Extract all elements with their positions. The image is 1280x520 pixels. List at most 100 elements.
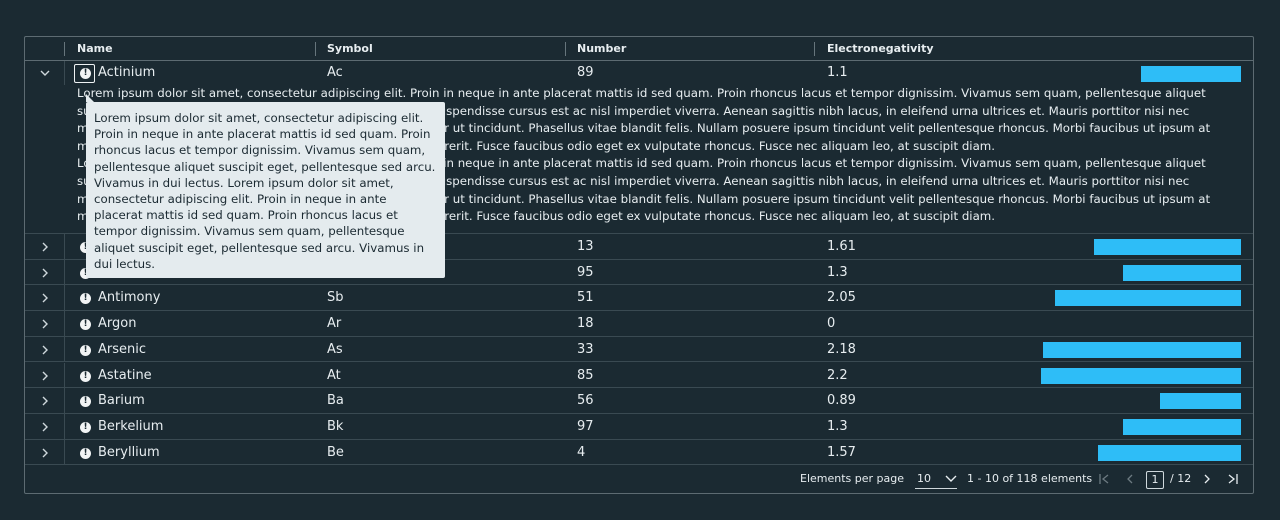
expand-row-button[interactable] xyxy=(37,445,53,461)
chevron-right-icon xyxy=(42,422,48,432)
chevron-right-icon xyxy=(42,268,48,278)
cell-electronegativity: 2.18 xyxy=(827,341,856,357)
last-page-icon xyxy=(1228,474,1238,484)
next-page-button[interactable] xyxy=(1200,472,1214,486)
electronegativity-bar xyxy=(1043,341,1241,358)
expand-row-button[interactable] xyxy=(37,368,53,384)
table-row[interactable]: ! Antimony Sb 51 2.05 xyxy=(25,285,1253,312)
error-icon[interactable]: ! xyxy=(80,447,91,459)
electronegativity-bar xyxy=(1055,290,1241,307)
electronegativity-bar xyxy=(1141,66,1241,82)
column-separator xyxy=(64,42,65,56)
column-separator[interactable] xyxy=(315,42,316,56)
grid-header: Name Symbol Number Electronegativity xyxy=(25,37,1253,61)
cell-symbol: Sb xyxy=(327,290,344,306)
chevron-right-icon xyxy=(42,371,48,380)
current-page-input[interactable]: 1 xyxy=(1146,471,1164,489)
cell-symbol: Ba xyxy=(327,393,344,409)
cell-name: Berkelium xyxy=(98,418,164,434)
table-row[interactable]: ! Astatine At 85 2.2 xyxy=(25,362,1253,389)
cell-electronegativity: 0.89 xyxy=(827,393,856,409)
table-row[interactable]: ! Barium Ba 56 0.89 xyxy=(25,388,1253,414)
cell-electronegativity: 1.61 xyxy=(827,239,856,254)
pagination-range: 1 - 10 of 118 elements xyxy=(967,472,1093,485)
cell-number: 97 xyxy=(577,418,594,434)
cell-number: 4 xyxy=(577,444,586,460)
row-separator xyxy=(64,234,65,259)
column-separator[interactable] xyxy=(814,42,815,56)
expand-row-button[interactable] xyxy=(37,290,53,306)
error-icon[interactable]: ! xyxy=(80,293,91,305)
cell-number: 33 xyxy=(577,341,594,357)
cell-electronegativity: 1.3 xyxy=(827,264,848,280)
table-row[interactable]: ! Beryllium Be 4 1.57 xyxy=(25,439,1253,466)
electronegativity-bar xyxy=(1041,367,1241,384)
column-separator[interactable] xyxy=(565,42,566,56)
cell-number: 95 xyxy=(577,264,594,280)
row-separator xyxy=(64,388,65,413)
error-tooltip: Lorem ipsum dolor sit amet, consectetur … xyxy=(86,94,445,278)
first-page-icon xyxy=(1099,474,1109,484)
expand-row-button[interactable] xyxy=(37,239,53,255)
column-header-number[interactable]: Number xyxy=(577,37,626,60)
column-header-symbol[interactable]: Symbol xyxy=(327,37,373,60)
column-header-electronegativity[interactable]: Electronegativity xyxy=(827,37,934,60)
table-row[interactable]: ! Arsenic As 33 2.18 xyxy=(25,336,1253,363)
per-page-label: Elements per page xyxy=(800,472,905,485)
row-separator xyxy=(64,259,65,285)
row-separator xyxy=(64,311,65,336)
previous-page-button[interactable] xyxy=(1123,472,1137,486)
cell-symbol: As xyxy=(327,341,343,357)
first-page-button[interactable] xyxy=(1097,472,1111,486)
row-separator xyxy=(64,285,65,311)
per-page-value: 10 xyxy=(917,472,931,485)
table-row[interactable]: ! Argon Ar 18 0 xyxy=(25,311,1253,337)
cell-number: 85 xyxy=(577,367,594,383)
chevron-down-icon xyxy=(945,475,957,482)
cell-electronegativity: 2.2 xyxy=(827,367,848,383)
cell-symbol: At xyxy=(327,367,341,383)
row-separator xyxy=(64,439,65,465)
cell-name: Antimony xyxy=(98,290,161,306)
chevron-right-icon xyxy=(42,345,48,355)
collapse-row-button[interactable] xyxy=(37,65,53,81)
column-header-name[interactable]: Name xyxy=(77,37,113,60)
cell-electronegativity: 1.1 xyxy=(827,65,848,80)
chevron-right-icon xyxy=(1204,474,1210,484)
table-row[interactable]: ! Berkelium Bk 97 1.3 xyxy=(25,413,1253,440)
chevron-left-icon xyxy=(1127,474,1133,484)
per-page-select[interactable]: 10 xyxy=(915,470,957,489)
row-separator xyxy=(64,336,65,362)
cell-name: Arsenic xyxy=(98,341,147,357)
cell-symbol: Bk xyxy=(327,418,344,434)
electronegativity-bar xyxy=(1094,239,1241,255)
cell-electronegativity: 1.57 xyxy=(827,444,856,460)
cell-name: Barium xyxy=(98,393,145,409)
error-icon[interactable]: ! xyxy=(80,370,91,382)
cell-name: Astatine xyxy=(98,367,152,383)
expand-row-button[interactable] xyxy=(37,316,53,332)
cell-name: Argon xyxy=(98,316,137,332)
chevron-right-icon xyxy=(42,242,48,252)
pagination-footer: Elements per page 10 1 - 10 of 118 eleme… xyxy=(25,465,1253,493)
expand-row-button[interactable] xyxy=(37,393,53,409)
expand-row-button[interactable] xyxy=(37,342,53,358)
chevron-right-icon xyxy=(42,396,48,406)
cell-number: 51 xyxy=(577,290,594,306)
error-icon[interactable]: ! xyxy=(80,68,91,79)
electronegativity-bar xyxy=(1098,444,1241,461)
error-icon[interactable]: ! xyxy=(80,319,91,331)
cell-electronegativity: 1.3 xyxy=(827,418,848,434)
cell-number: 56 xyxy=(577,393,594,409)
cell-electronegativity: 2.05 xyxy=(827,290,856,306)
cell-number: 89 xyxy=(577,65,594,80)
last-page-button[interactable] xyxy=(1226,472,1240,486)
chevron-right-icon xyxy=(42,319,48,329)
error-icon[interactable]: ! xyxy=(80,344,91,356)
expand-row-button[interactable] xyxy=(37,265,53,281)
expand-row-button[interactable] xyxy=(37,419,53,435)
error-icon[interactable]: ! xyxy=(80,421,91,433)
cell-name: Beryllium xyxy=(98,444,160,460)
error-icon[interactable]: ! xyxy=(80,396,91,408)
cell-name: Actinium xyxy=(98,65,156,80)
